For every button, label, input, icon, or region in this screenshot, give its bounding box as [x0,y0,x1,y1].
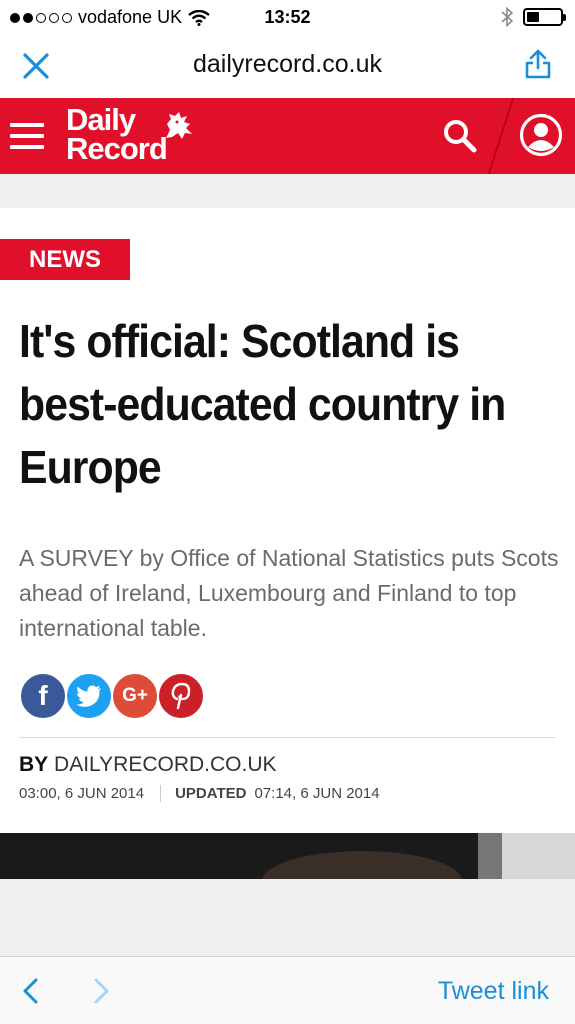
forward-arrow-icon[interactable] [90,977,112,1005]
search-icon[interactable] [442,118,478,154]
twitter-bird-icon [76,685,101,707]
url-host[interactable]: dailyrecord.co.uk [0,50,575,79]
site-header: Daily Record [0,98,575,174]
bottom-toolbar: Tweet link [0,956,575,1024]
tweet-link-button[interactable]: Tweet link [438,977,549,1006]
article-dates: 03:00, 6 JUN 2014 UPDATED 07:14, 6 JUN 2… [19,785,380,802]
header-divider [487,98,515,174]
battery-icon [523,8,566,26]
byline-divider [19,737,556,738]
browser-bar: dailyrecord.co.uk [0,36,575,98]
hamburger-menu-icon[interactable] [10,123,44,149]
lion-rampant-icon [166,112,192,139]
twitter-share-button[interactable] [65,672,113,720]
updated-label: UPDATED [175,785,247,802]
date-separator [160,785,162,802]
photo-background-bar [478,833,502,879]
clock: 13:52 [264,7,311,27]
site-logo[interactable]: Daily Record [66,102,168,166]
photo-subject [262,851,462,879]
article-headline: It's official: Scotland is best-educated… [19,315,506,493]
article-standfirst: A SURVEY by Office of National Statistic… [19,545,559,641]
google-plus-share-button[interactable]: G+ [111,672,159,720]
social-share-buttons: f G+ [19,672,205,720]
facebook-icon: f [38,680,48,711]
logo-line-1: Daily [66,102,136,137]
article-lead-image[interactable] [0,833,575,879]
logo-line-2: Record [66,131,168,166]
updated-date: 07:14, 6 JUN 2014 [254,785,380,802]
status-bar: vodafone UK 13:52 [0,0,575,36]
facebook-share-button[interactable]: f [19,672,67,720]
user-account-icon[interactable] [519,113,563,157]
byline-author[interactable]: DAILYRECORD.CO.UK [54,753,276,776]
byline: BY DAILYRECORD.CO.UK [19,753,277,777]
photo-background-light [502,833,575,879]
google-plus-icon: G+ [122,685,148,706]
bluetooth-icon [501,7,513,27]
status-right [501,7,566,27]
published-date: 03:00, 6 JUN 2014 [19,785,145,802]
content-below-fold [0,879,575,956]
back-arrow-icon[interactable] [20,977,42,1005]
pinterest-icon [171,682,191,710]
share-icon[interactable] [523,48,553,80]
ad-spacer [0,174,575,208]
pinterest-share-button[interactable] [157,672,205,720]
byline-prefix: BY [19,753,49,776]
section-tag[interactable]: NEWS [0,239,130,280]
